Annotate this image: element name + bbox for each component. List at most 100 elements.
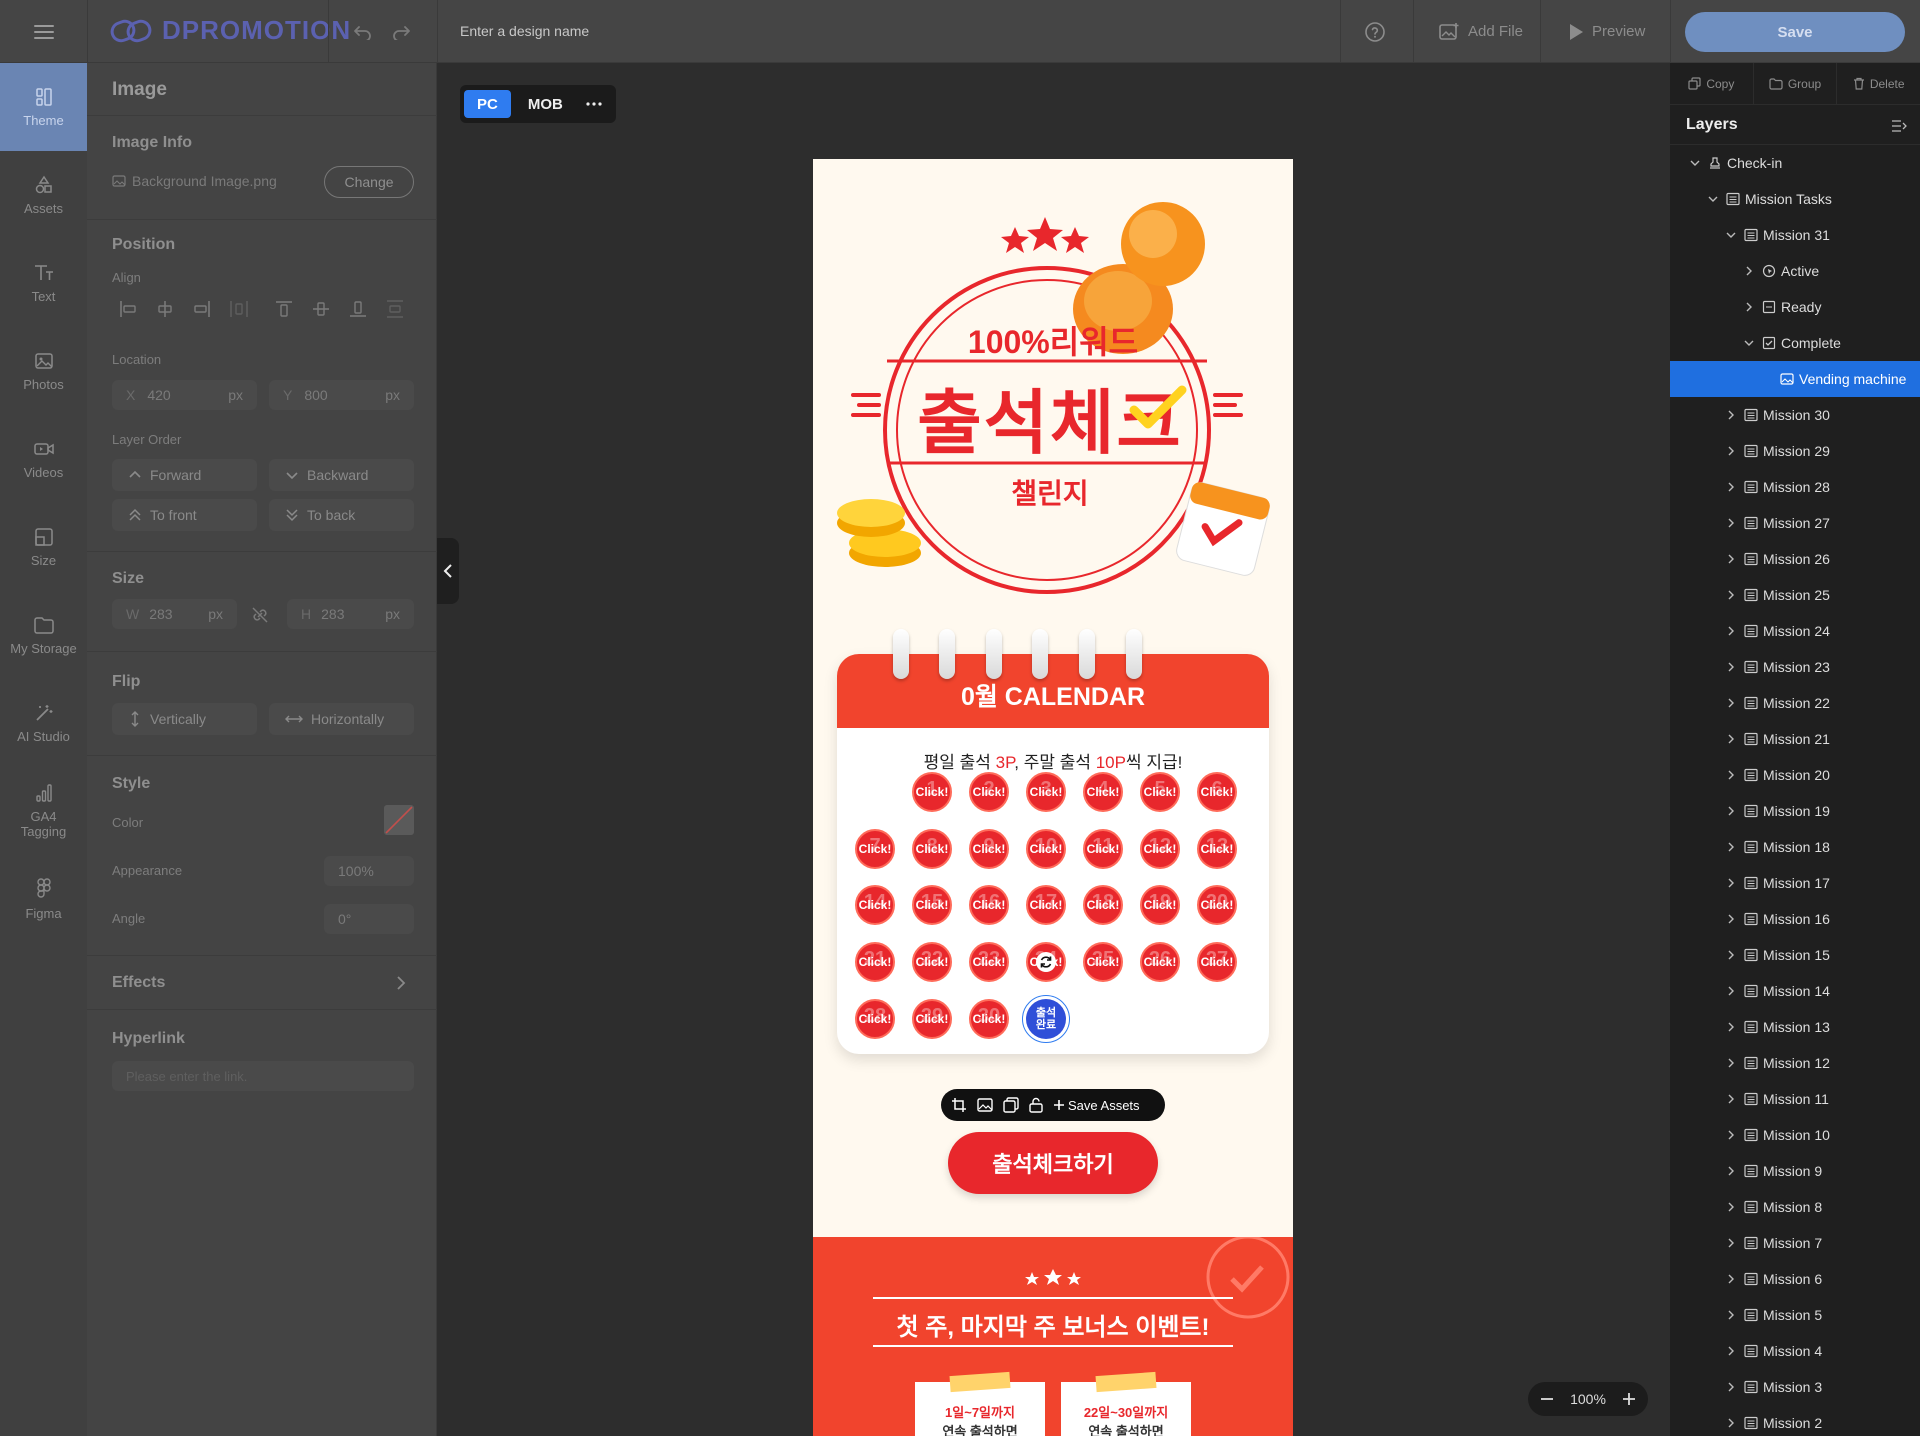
layer-row[interactable]: Mission 15 bbox=[1670, 937, 1920, 973]
unlock-icon[interactable] bbox=[1029, 1097, 1043, 1113]
align-top-icon[interactable] bbox=[273, 298, 295, 320]
y-input[interactable]: Y 800 px bbox=[269, 380, 414, 410]
day-click-button[interactable]: 4 Click! bbox=[1083, 772, 1123, 812]
chevron-right-icon[interactable] bbox=[1724, 1380, 1738, 1394]
layer-row[interactable]: Mission 27 bbox=[1670, 505, 1920, 541]
day-click-button[interactable]: 14 Click! bbox=[855, 885, 895, 925]
align-center-h-icon[interactable] bbox=[154, 298, 176, 320]
distribute-h-icon[interactable] bbox=[228, 298, 250, 320]
day-click-button[interactable]: 23 Click! bbox=[969, 942, 1009, 982]
chevron-right-icon[interactable] bbox=[1724, 516, 1738, 530]
hyperlink-input[interactable]: Please enter the link. bbox=[112, 1061, 414, 1091]
chevron-right-icon[interactable] bbox=[1724, 876, 1738, 890]
align-bottom-icon[interactable] bbox=[347, 298, 369, 320]
height-input[interactable]: H 283 px bbox=[287, 599, 414, 629]
rail-item-my-storage[interactable]: My Storage bbox=[0, 591, 87, 679]
layer-row[interactable]: Check-in bbox=[1670, 145, 1920, 181]
day-click-button[interactable]: 20 Click! bbox=[1197, 885, 1237, 925]
day-click-button[interactable]: 25 Click! bbox=[1083, 942, 1123, 982]
width-input[interactable]: W 283 px bbox=[112, 599, 237, 629]
day-click-button[interactable]: 29 Click! bbox=[912, 999, 952, 1039]
day-click-button[interactable]: 17 Click! bbox=[1026, 885, 1066, 925]
layer-row[interactable]: Mission 22 bbox=[1670, 685, 1920, 721]
layer-row[interactable]: Mission 20 bbox=[1670, 757, 1920, 793]
chevron-right-icon[interactable] bbox=[1724, 624, 1738, 638]
chevron-right-icon[interactable] bbox=[1724, 480, 1738, 494]
rail-item-figma[interactable]: Figma bbox=[0, 855, 87, 943]
save-button[interactable]: Save bbox=[1685, 12, 1905, 52]
day-click-button[interactable]: 27 Click! bbox=[1197, 942, 1237, 982]
chevron-right-icon[interactable] bbox=[1742, 300, 1756, 314]
layer-row[interactable]: Mission 8 bbox=[1670, 1189, 1920, 1225]
day-click-button[interactable]: 9 Click! bbox=[969, 829, 1009, 869]
day-click-button[interactable]: 7 Click! bbox=[855, 829, 895, 869]
chevron-down-icon[interactable] bbox=[1742, 336, 1756, 350]
chevron-right-icon[interactable] bbox=[1724, 552, 1738, 566]
layer-row[interactable]: Vending machine bbox=[1670, 361, 1920, 397]
layer-row[interactable]: Mission 7 bbox=[1670, 1225, 1920, 1261]
day-click-button[interactable]: 13 Click! bbox=[1197, 829, 1237, 869]
chevron-down-icon[interactable] bbox=[1724, 228, 1738, 242]
day-click-button[interactable]: 10 Click! bbox=[1026, 829, 1066, 869]
chevron-right-icon[interactable] bbox=[1724, 1200, 1738, 1214]
chevron-right-icon[interactable] bbox=[1724, 840, 1738, 854]
flip-horizontal-button[interactable]: Horizontally bbox=[269, 703, 414, 735]
layer-row[interactable]: Mission 21 bbox=[1670, 721, 1920, 757]
chevron-right-icon[interactable] bbox=[1724, 984, 1738, 998]
chevron-right-icon[interactable] bbox=[1742, 264, 1756, 278]
layer-row[interactable]: Mission 12 bbox=[1670, 1045, 1920, 1081]
layer-row[interactable]: Ready bbox=[1670, 289, 1920, 325]
zoom-out-icon[interactable] bbox=[1540, 1392, 1554, 1406]
align-right-icon[interactable] bbox=[191, 298, 213, 320]
device-mob-button[interactable]: MOB bbox=[515, 90, 576, 118]
layer-row[interactable]: Complete bbox=[1670, 325, 1920, 361]
rail-item-size[interactable]: Size bbox=[0, 503, 87, 591]
day-click-button[interactable]: 3 Click! bbox=[1026, 772, 1066, 812]
angle-input[interactable]: 0° bbox=[324, 904, 414, 934]
layer-row[interactable]: Mission 6 bbox=[1670, 1261, 1920, 1297]
chevron-right-icon[interactable] bbox=[1724, 1092, 1738, 1106]
layer-row[interactable]: Active bbox=[1670, 253, 1920, 289]
day-click-button[interactable]: 16 Click! bbox=[969, 885, 1009, 925]
chevron-right-icon[interactable] bbox=[1724, 732, 1738, 746]
day-click-button[interactable]: 11 Click! bbox=[1083, 829, 1123, 869]
align-left-icon[interactable] bbox=[117, 298, 139, 320]
chevron-down-icon[interactable] bbox=[1706, 192, 1720, 206]
save-assets-button[interactable]: Save Assets bbox=[1053, 1098, 1140, 1113]
layer-row[interactable]: Mission 3 bbox=[1670, 1369, 1920, 1405]
change-image-button[interactable]: Change bbox=[324, 166, 414, 198]
day-click-button[interactable]: 21 Click! bbox=[855, 942, 895, 982]
chevron-right-icon[interactable] bbox=[1724, 912, 1738, 926]
preview-button[interactable]: Preview bbox=[1568, 0, 1645, 63]
layer-row[interactable]: Mission 29 bbox=[1670, 433, 1920, 469]
design-name-input[interactable] bbox=[460, 14, 1340, 48]
chevron-right-icon[interactable] bbox=[1724, 1236, 1738, 1250]
layer-row[interactable]: Mission 11 bbox=[1670, 1081, 1920, 1117]
chevron-right-icon[interactable] bbox=[1724, 444, 1738, 458]
layer-row[interactable]: Mission 5 bbox=[1670, 1297, 1920, 1333]
chevron-right-icon[interactable] bbox=[1724, 768, 1738, 782]
chevron-right-icon[interactable] bbox=[1724, 1164, 1738, 1178]
chevron-right-icon[interactable] bbox=[1724, 948, 1738, 962]
layer-row[interactable]: Mission 4 bbox=[1670, 1333, 1920, 1369]
device-pc-button[interactable]: PC bbox=[464, 90, 511, 118]
x-input[interactable]: X 420 px bbox=[112, 380, 257, 410]
chevron-right-icon[interactable] bbox=[1724, 588, 1738, 602]
day-click-button[interactable]: 19 Click! bbox=[1140, 885, 1180, 925]
layer-row[interactable]: Mission 18 bbox=[1670, 829, 1920, 865]
menu-button[interactable] bbox=[0, 0, 87, 63]
promo-page[interactable]: 100%리워드 출석체크 챌린지 0월 CALENDAR 평일 출석 3P, 주… bbox=[813, 159, 1293, 1436]
chevron-right-icon[interactable] bbox=[1724, 1020, 1738, 1034]
chevron-right-icon[interactable] bbox=[1724, 660, 1738, 674]
undo-button[interactable] bbox=[349, 18, 377, 46]
day-click-button[interactable]: 30 Click! bbox=[969, 999, 1009, 1039]
chevron-right-icon[interactable] bbox=[1724, 408, 1738, 422]
day-click-button[interactable]: 6 Click! bbox=[1197, 772, 1237, 812]
more-options-button[interactable] bbox=[580, 90, 608, 118]
align-center-v-icon[interactable] bbox=[310, 298, 332, 320]
crop-icon[interactable] bbox=[951, 1097, 967, 1113]
chevron-right-icon[interactable] bbox=[1724, 1308, 1738, 1322]
day-click-button[interactable]: 5 Click! bbox=[1140, 772, 1180, 812]
unlink-ratio-icon[interactable] bbox=[251, 606, 269, 624]
day-click-button[interactable]: 18 Click! bbox=[1083, 885, 1123, 925]
